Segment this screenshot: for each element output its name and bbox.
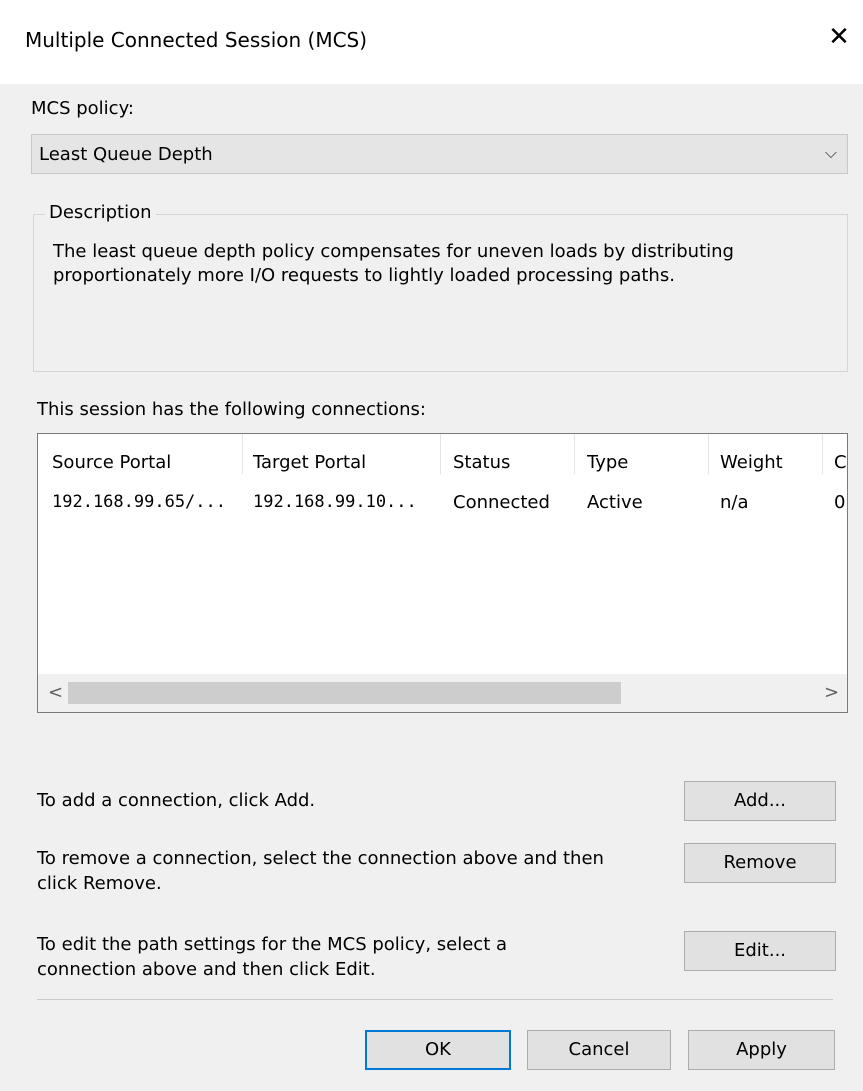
mcs-policy-dropdown[interactable]: Least Queue Depth ⌵ [31, 134, 848, 174]
table-row-cell-type[interactable]: Active [587, 492, 697, 513]
column-header-target-portal[interactable]: Target Portal [253, 452, 433, 473]
scroll-right-icon[interactable]: > [824, 682, 839, 703]
mcs-policy-value: Least Queue Depth [39, 144, 213, 165]
table-row-cell-source-portal[interactable]: 192.168.99.65/... [52, 492, 242, 512]
column-divider[interactable] [708, 434, 709, 474]
edit-instruction: To edit the path settings for the MCS po… [37, 932, 507, 982]
scroll-left-icon[interactable]: < [48, 682, 63, 703]
remove-instruction: To remove a connection, select the conne… [37, 846, 604, 896]
description-text: The least queue depth policy compensates… [53, 240, 833, 288]
table-row-cell-target-portal[interactable]: 192.168.99.10... [253, 492, 433, 512]
add-button[interactable]: Add... [684, 781, 836, 821]
column-divider[interactable] [242, 434, 243, 474]
close-icon[interactable]: ✕ [828, 22, 850, 52]
connections-label: This session has the following connectio… [37, 399, 426, 420]
apply-button[interactable]: Apply [688, 1030, 835, 1070]
column-header-type[interactable]: Type [587, 452, 697, 473]
scrollbar-thumb[interactable] [68, 682, 621, 704]
ok-button[interactable]: OK [365, 1030, 511, 1070]
edit-instruction-line-2: connection above and then click Edit. [37, 959, 376, 980]
remove-button[interactable]: Remove [684, 843, 836, 883]
remove-instruction-line-1: To remove a connection, select the conne… [37, 848, 604, 869]
column-header-source-portal[interactable]: Source Portal [52, 452, 242, 473]
edit-instruction-line-1: To edit the path settings for the MCS po… [37, 934, 508, 955]
column-divider[interactable] [822, 434, 823, 474]
table-row-cell-weight[interactable]: n/a [720, 492, 815, 513]
table-row-cell-c[interactable]: 0 [834, 492, 847, 513]
window-title: Multiple Connected Session (MCS) [25, 28, 368, 52]
cancel-button[interactable]: Cancel [527, 1030, 671, 1070]
column-header-c[interactable]: C [834, 452, 847, 473]
description-line-1: The least queue depth policy compensates… [53, 241, 734, 262]
mcs-policy-label: MCS policy: [31, 98, 134, 119]
chevron-down-icon: ⌵ [824, 143, 837, 162]
column-header-weight[interactable]: Weight [720, 452, 815, 473]
description-group [33, 214, 848, 372]
add-instruction: To add a connection, click Add. [37, 790, 316, 811]
connections-list[interactable]: Source Portal Target Portal Status Type … [37, 433, 848, 713]
table-row-cell-status[interactable]: Connected [453, 492, 573, 513]
footer-divider [37, 999, 833, 1000]
column-divider[interactable] [440, 434, 441, 474]
column-divider[interactable] [574, 434, 575, 474]
description-line-2: proportionately more I/O requests to lig… [53, 265, 675, 286]
remove-instruction-line-2: click Remove. [37, 873, 162, 894]
edit-button[interactable]: Edit... [684, 931, 836, 971]
description-legend: Description [45, 202, 156, 223]
column-header-status[interactable]: Status [453, 452, 568, 473]
horizontal-scrollbar[interactable]: < > [38, 674, 847, 712]
